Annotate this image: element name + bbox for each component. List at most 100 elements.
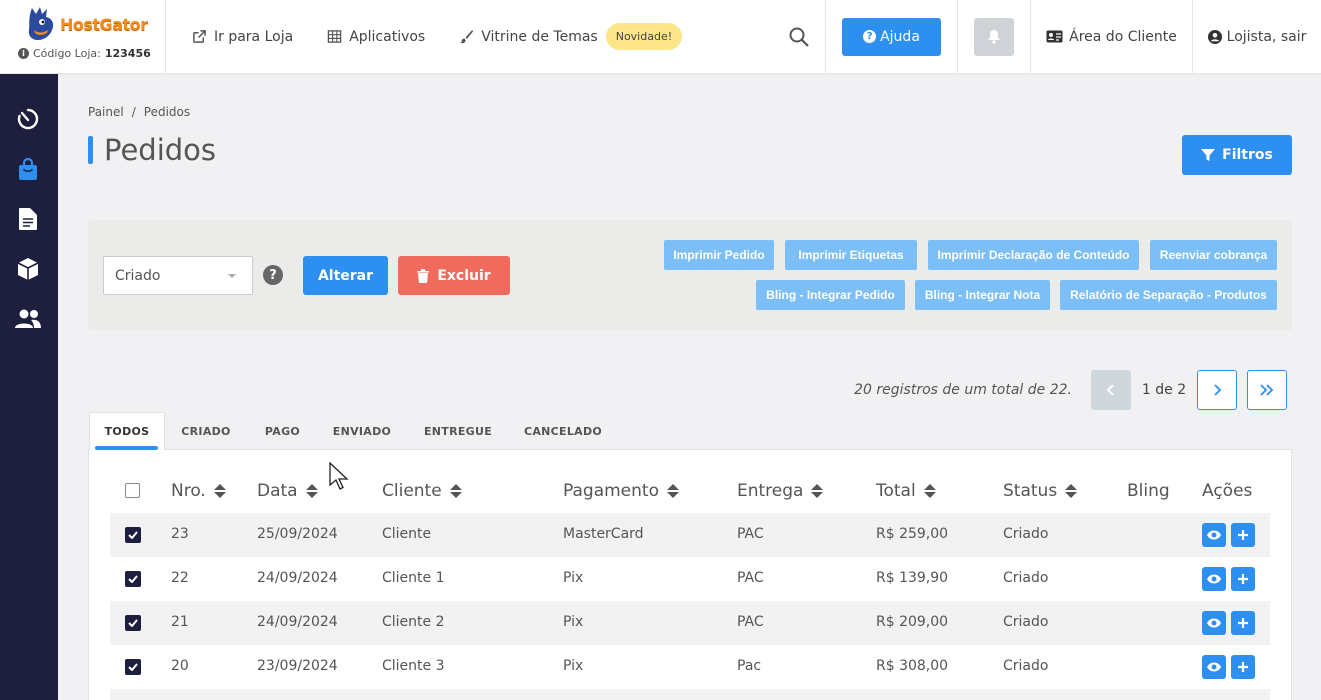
- id-card-icon: [1046, 30, 1063, 43]
- expand-order-button[interactable]: [1231, 523, 1255, 547]
- plus-icon: [1238, 574, 1248, 584]
- tab-pago[interactable]: PAGO: [255, 412, 310, 450]
- chevron-left-icon: [1106, 384, 1114, 396]
- column-header-bling: Bling: [1127, 481, 1170, 501]
- select-all-checkbox[interactable]: [125, 483, 140, 498]
- table-row[interactable]: 23 25/09/2024 Cliente MasterCard PAC R$ …: [110, 513, 1270, 557]
- column-header-pagamento[interactable]: Pagamento: [563, 481, 679, 501]
- help-button[interactable]: ? Ajuda: [842, 17, 941, 56]
- hostgator-logo[interactable]: HostGator: [22, 4, 148, 44]
- sidebar-item-pages[interactable]: [15, 206, 41, 232]
- sidebar-item-dashboard[interactable]: [15, 106, 41, 132]
- cell-nro: 22: [171, 570, 189, 586]
- delete-button[interactable]: Excluir: [398, 256, 510, 295]
- view-order-button[interactable]: [1202, 567, 1226, 591]
- last-page-button[interactable]: [1247, 370, 1287, 410]
- cell-pagamento: Pix: [563, 614, 584, 630]
- checkmark-icon: [128, 663, 138, 671]
- top-nav: Ir para Loja Aplicativos Vitrine de Tema…: [166, 0, 772, 73]
- cell-total: R$ 209,00: [876, 614, 949, 630]
- tab-cancelado[interactable]: CANCELADO: [514, 412, 612, 450]
- cell-entrega: Pac: [737, 658, 762, 674]
- row-checkbox[interactable]: [125, 527, 141, 543]
- cell-entrega: PAC: [737, 570, 764, 586]
- client-area-link[interactable]: Área do Cliente: [1031, 0, 1193, 73]
- sort-icon: [1065, 484, 1078, 498]
- next-page-button[interactable]: [1197, 370, 1237, 410]
- breadcrumb: Painel / Pedidos: [88, 105, 190, 119]
- expand-order-button[interactable]: [1231, 567, 1255, 591]
- cell-total: R$ 308,00: [876, 658, 949, 674]
- cell-total: R$ 259,00: [876, 526, 949, 542]
- logout-link[interactable]: Lojista, sair: [1193, 0, 1321, 73]
- active-tab-indicator: [95, 446, 158, 450]
- print-labels-button[interactable]: Imprimir Etiquetas: [785, 240, 917, 270]
- column-header-label: Nro.: [171, 481, 206, 501]
- cell-status: Criado: [1003, 526, 1049, 542]
- bling-integrate-invoice-button[interactable]: Bling - Integrar Nota: [915, 280, 1050, 310]
- alter-button[interactable]: Alterar: [303, 256, 388, 295]
- print-content-declaration-button[interactable]: Imprimir Declaração de Conteúdo: [928, 240, 1139, 270]
- sidebar-item-orders[interactable]: [15, 156, 41, 182]
- tab-criado[interactable]: CRIADO: [171, 412, 241, 450]
- nav-link-go-to-store[interactable]: Ir para Loja: [192, 29, 293, 45]
- row-checkbox[interactable]: [125, 615, 141, 631]
- question-icon: ?: [863, 30, 877, 43]
- print-order-button[interactable]: Imprimir Pedido: [664, 240, 774, 270]
- separation-report-button[interactable]: Relatório de Separação - Produtos: [1060, 280, 1277, 310]
- sort-icon: [305, 484, 318, 498]
- breadcrumb-home[interactable]: Painel: [88, 105, 124, 119]
- expand-order-button[interactable]: [1231, 655, 1255, 679]
- sidebar-item-products[interactable]: [15, 256, 41, 282]
- search-button[interactable]: [772, 0, 826, 73]
- breadcrumb-separator: /: [131, 105, 136, 119]
- tab-enviado[interactable]: ENVIADO: [323, 412, 401, 450]
- sidebar-item-customers[interactable]: [15, 306, 41, 332]
- document-icon: [19, 208, 37, 230]
- notifications-button[interactable]: [974, 17, 1014, 56]
- view-order-button[interactable]: [1202, 611, 1226, 635]
- column-header-entrega[interactable]: Entrega: [737, 481, 824, 501]
- status-help-icon[interactable]: ?: [263, 265, 283, 285]
- column-header-total[interactable]: Total: [876, 481, 936, 501]
- help-label: Ajuda: [880, 28, 920, 45]
- table-row[interactable]: 21 24/09/2024 Cliente 2 Pix PAC R$ 209,0…: [110, 601, 1270, 645]
- column-header-label: Ações: [1202, 481, 1253, 501]
- view-order-button[interactable]: [1202, 655, 1226, 679]
- cell-total: R$ 139,90: [876, 570, 949, 586]
- previous-page-button[interactable]: [1091, 370, 1131, 410]
- column-header-nro[interactable]: Nro.: [171, 481, 226, 501]
- cell-status: Criado: [1003, 570, 1049, 586]
- sort-icon: [449, 484, 462, 498]
- table-row[interactable]: 20 23/09/2024 Cliente 3 Pix Pac R$ 308,0…: [110, 645, 1270, 689]
- cell-cliente: Cliente 3: [382, 658, 445, 674]
- resend-charge-button[interactable]: Reenviar cobrança: [1150, 240, 1277, 270]
- status-select[interactable]: Criado: [103, 256, 253, 295]
- checkmark-icon: [128, 575, 138, 583]
- column-header-cliente[interactable]: Cliente: [382, 481, 462, 501]
- table-row[interactable]: 22 24/09/2024 Cliente 1 Pix PAC R$ 139,9…: [110, 557, 1270, 601]
- column-header-status[interactable]: Status: [1003, 481, 1078, 501]
- bell-icon: [988, 30, 1000, 44]
- view-order-button[interactable]: [1202, 523, 1226, 547]
- bling-integrate-order-button[interactable]: Bling - Integrar Pedido: [756, 280, 905, 310]
- row-checkbox[interactable]: [125, 659, 141, 675]
- eye-icon: [1207, 574, 1221, 584]
- double-chevron-right-icon: [1260, 384, 1274, 396]
- filters-button[interactable]: Filtros: [1182, 135, 1292, 175]
- nav-link-themes[interactable]: Vitrine de Temas: [459, 28, 598, 45]
- nav-link-apps[interactable]: Aplicativos: [327, 29, 425, 45]
- logout-label: Lojista, sair: [1226, 28, 1307, 45]
- gator-mascot-icon: [28, 7, 54, 40]
- cell-entrega: PAC: [737, 614, 764, 630]
- tab-todos[interactable]: TODOS: [89, 412, 165, 450]
- help-area: ? Ajuda: [826, 0, 958, 73]
- column-header-data[interactable]: Data: [257, 481, 318, 501]
- tab-entregue[interactable]: ENTREGUE: [416, 412, 500, 450]
- expand-order-button[interactable]: [1231, 611, 1255, 635]
- cell-cliente: Cliente: [382, 526, 432, 542]
- cell-status: Criado: [1003, 614, 1049, 630]
- nav-link-label: Vitrine de Temas: [481, 28, 598, 45]
- row-checkbox[interactable]: [125, 571, 141, 587]
- cell-entrega: PAC: [737, 526, 764, 542]
